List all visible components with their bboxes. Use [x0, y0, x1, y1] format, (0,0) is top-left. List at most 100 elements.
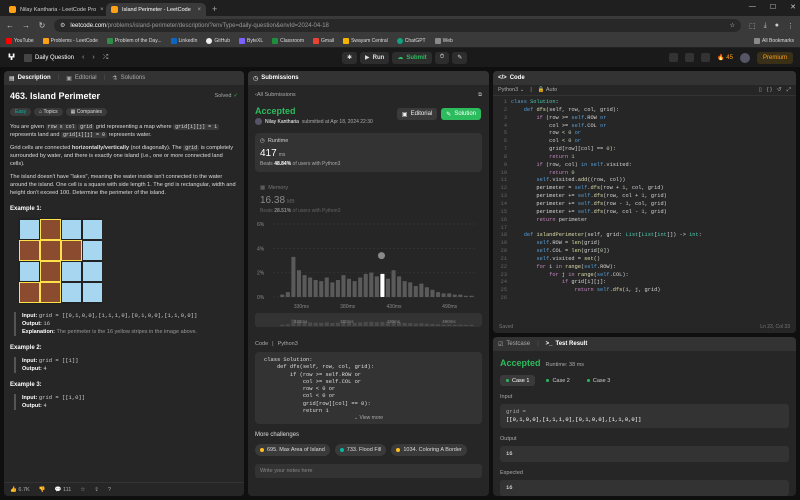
- dislike-icon[interactable]: 👎: [39, 487, 46, 493]
- scrubber-bar: [330, 323, 335, 326]
- bookmark-chatgpt[interactable]: ChatGPT: [396, 38, 426, 44]
- reset-icon[interactable]: ↺: [777, 87, 782, 94]
- tab-submissions[interactable]: ◷ Submissions: [253, 75, 299, 82]
- daily-question-nav[interactable]: Daily Question: [24, 53, 74, 62]
- tab-editorial[interactable]: ▣ Editorial: [66, 75, 96, 82]
- submit-button[interactable]: ☁ Submit: [392, 51, 432, 64]
- menu-icon[interactable]: ⋮: [787, 22, 794, 30]
- timer-button[interactable]: ⏱: [434, 51, 450, 64]
- case-tabs: Case 1 Case 2 Case 3: [500, 375, 789, 386]
- bookmark-star-icon[interactable]: ☆: [730, 22, 735, 29]
- avatar[interactable]: [739, 52, 750, 63]
- difficulty-badge: Easy: [10, 108, 32, 116]
- challenge-chip[interactable]: 733. Flood Fill: [334, 444, 387, 456]
- prev-problem-icon[interactable]: ‹: [82, 54, 84, 61]
- close-window-icon[interactable]: ✕: [790, 3, 796, 11]
- example-3-block: Input: grid = [[1,0]] Output: 4: [14, 394, 238, 410]
- tab-code[interactable]: </> Code: [498, 75, 525, 81]
- code-editor[interactable]: 1 class Solution: 2 def dfs(self, row, co…: [493, 96, 796, 317]
- memory-card[interactable]: ▦ Memory 16.38 MB Beats 28.51% of users wi…: [255, 180, 482, 214]
- history-icon: ◷: [253, 75, 259, 82]
- profile-icon[interactable]: ●: [775, 22, 779, 29]
- editorial-button[interactable]: ▣ Editorial: [396, 108, 438, 120]
- challenge-chip[interactable]: 1034. Coloring A Border: [391, 444, 467, 456]
- auto-mode-toggle[interactable]: 🔒 Auto: [538, 87, 557, 93]
- share-icon[interactable]: ⇪: [94, 487, 99, 493]
- comments-button[interactable]: 💬 111: [55, 487, 72, 493]
- streak-counter[interactable]: 🔥 45: [717, 54, 733, 61]
- notes-input[interactable]: Write your notes here: [255, 464, 482, 478]
- maximize-icon[interactable]: ☐: [770, 3, 776, 11]
- like-button[interactable]: 👍 6.7K: [10, 487, 30, 493]
- topics-tag[interactable]: ⌂ Topics: [34, 108, 63, 116]
- solution-button[interactable]: ✎ Solution: [441, 108, 481, 120]
- bookmark-bytexl[interactable]: ByteXL: [238, 38, 263, 44]
- next-problem-icon[interactable]: ›: [92, 54, 94, 61]
- bookmark-youtube[interactable]: YouTube: [6, 38, 34, 44]
- bookmark-github[interactable]: GitHub: [206, 38, 230, 44]
- run-button[interactable]: ▶ Run: [360, 51, 390, 64]
- url-input[interactable]: ⚙ leetcode.com/problems/island-perimeter…: [54, 19, 742, 32]
- all-submissions-link[interactable]: ‹ All Submissions ⧉: [255, 90, 482, 100]
- layout-icon[interactable]: [669, 53, 679, 62]
- minimize-icon[interactable]: —: [749, 3, 756, 11]
- extensions-icon[interactable]: ⬚: [749, 22, 756, 30]
- reload-icon[interactable]: ↻: [38, 21, 46, 30]
- all-bookmarks[interactable]: All Bookmarks: [754, 38, 794, 44]
- browser-tab-profile[interactable]: Nilay Kantharia - LeetCode Pro ×: [4, 3, 104, 16]
- chart-bar: [452, 294, 457, 297]
- runtime-distribution-chart[interactable]: 6% 4% 2% 0% 330ms 380ms 430ms 490ms: [255, 216, 482, 311]
- shuffle-icon[interactable]: ⤮: [103, 54, 109, 62]
- scrubber-tick-label: 490ms: [442, 319, 456, 324]
- tab-test-result[interactable]: >_ Test Result: [546, 341, 588, 347]
- bookmark-web[interactable]: Web: [434, 38, 453, 44]
- notes-button[interactable]: ✎: [452, 51, 468, 64]
- premium-button[interactable]: Premium: [756, 51, 793, 64]
- clock-icon: ◷: [260, 138, 265, 144]
- tab-case-1[interactable]: Case 1: [500, 375, 536, 386]
- bookmark-linkedin[interactable]: LinkedIn: [170, 38, 197, 44]
- back-icon[interactable]: ←: [6, 21, 14, 30]
- chart-bar: [430, 289, 435, 297]
- code-line: col < 0 or: [264, 393, 336, 400]
- bug-icon: ✱: [347, 55, 353, 61]
- help-icon[interactable]: ?: [108, 487, 111, 493]
- language-select[interactable]: Python3 ⌄: [498, 87, 524, 93]
- close-tab-icon[interactable]: ×: [197, 7, 201, 13]
- bookmark-potd[interactable]: Problem of the Day...: [106, 38, 162, 44]
- bookmark-swayam[interactable]: Swayam Central: [343, 38, 388, 44]
- runtime-card[interactable]: ◷ Runtime 417 ms Beats 48.84% of users wit…: [255, 133, 482, 172]
- bookmark-classroom[interactable]: Classroom: [272, 38, 304, 44]
- chart-range-scrubber[interactable]: 330ms 380ms 430ms 490ms: [255, 313, 482, 327]
- leetcode-logo-icon[interactable]: ⵖ: [7, 52, 16, 62]
- bookmark-icon[interactable]: ▯: [759, 87, 762, 94]
- fullscreen-icon[interactable]: ⤢: [787, 87, 791, 94]
- debug-button[interactable]: ✱: [342, 51, 358, 64]
- settings-icon[interactable]: [685, 53, 695, 62]
- close-tab-icon[interactable]: ×: [100, 7, 104, 13]
- new-tab-icon[interactable]: +: [212, 4, 217, 14]
- external-link-icon[interactable]: ⧉: [478, 92, 482, 99]
- notifications-icon[interactable]: [701, 53, 711, 62]
- folder-icon: [754, 38, 761, 44]
- challenge-chip[interactable]: 695. Max Area of Island: [255, 444, 330, 456]
- runtime-beats: Beats 48.84% of users with Python3: [260, 161, 341, 167]
- tab-solutions[interactable]: ⚗ Solutions: [112, 75, 145, 82]
- download-icon[interactable]: ⤓: [764, 22, 767, 30]
- bookmark-gmail[interactable]: Gmail: [313, 38, 334, 44]
- submitted-code: class Solution: def dfs(self, row, col, …: [264, 357, 473, 415]
- braces-icon[interactable]: { }: [767, 87, 772, 94]
- favorite-icon[interactable]: ☆: [80, 487, 85, 493]
- tab-description[interactable]: ▤ Description: [9, 75, 51, 82]
- tab-case-2[interactable]: Case 2: [540, 375, 575, 386]
- chart-bar: [330, 282, 335, 297]
- tab-case-3[interactable]: Case 3: [581, 375, 616, 386]
- bookmark-problems[interactable]: Problems - LeetCode: [42, 38, 98, 44]
- edit-icon: ✎: [446, 111, 452, 118]
- site-info-icon[interactable]: ⚙: [60, 22, 65, 29]
- companies-tag[interactable]: ▦ Companies: [65, 108, 108, 116]
- browser-tab-island-perimeter[interactable]: Island Perimeter - LeetCode ×: [106, 3, 206, 16]
- tab-testcase[interactable]: ☑ Testcase: [498, 341, 530, 348]
- view-more-button[interactable]: ⌄ View more: [255, 415, 482, 421]
- forward-icon[interactable]: →: [22, 21, 30, 30]
